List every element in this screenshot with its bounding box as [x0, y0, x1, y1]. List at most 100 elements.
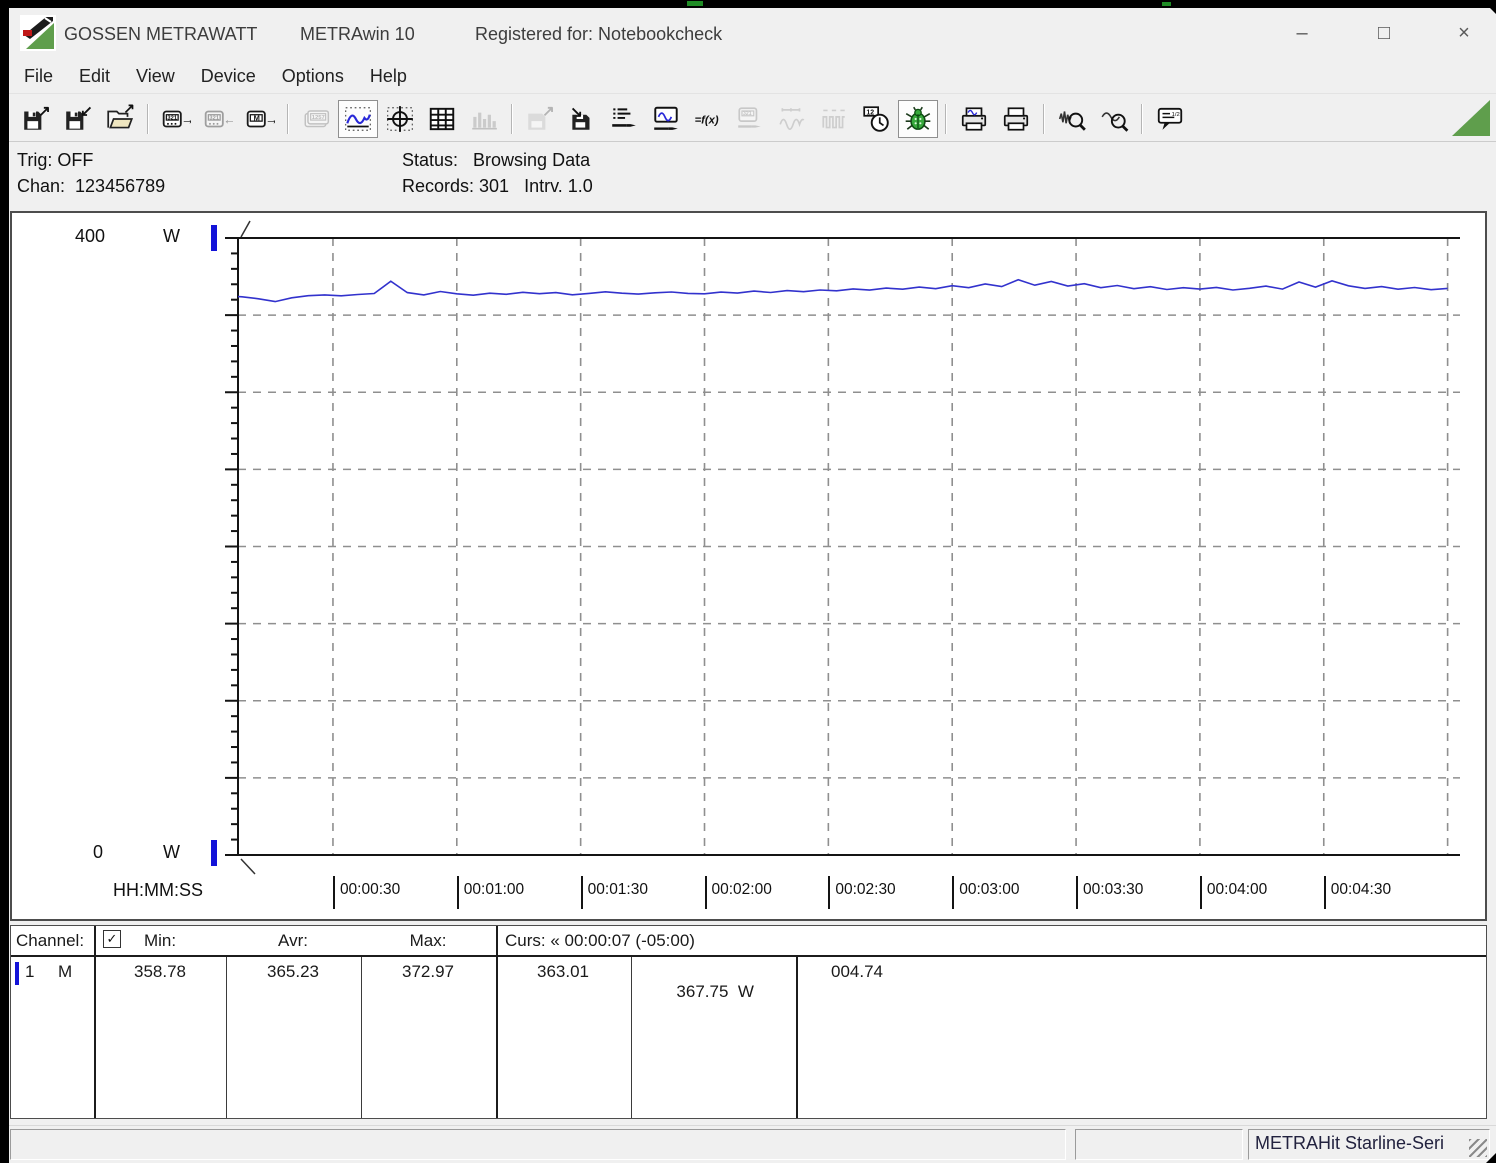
cell-cursor-delta: 004.74: [831, 962, 883, 981]
x-axis-tick-label: 00:02:30: [835, 881, 896, 898]
svg-text:M: M: [254, 113, 260, 122]
svg-text:321: 321: [167, 115, 177, 121]
toolbar-separator: [1141, 103, 1143, 134]
cell-channel-number: 1: [25, 962, 35, 981]
meter-display-button: 1257: [296, 100, 336, 138]
desktop-corner: [1482, 0, 1496, 14]
resize-grip[interactable]: [1469, 1139, 1487, 1157]
svg-text:↘: ↘: [570, 104, 583, 121]
channel-setup-button[interactable]: [604, 100, 644, 138]
display-setup-button[interactable]: [646, 100, 686, 138]
x-axis-tick-label: 00:03:30: [1083, 881, 1144, 898]
svg-text:←: ←: [223, 110, 233, 126]
channel-visibility-checkbox[interactable]: ✓: [103, 930, 121, 948]
cell-min: 358.78: [134, 962, 186, 981]
save-import-button[interactable]: ↙: [58, 100, 98, 138]
toolbar: ↗↙↗321→321←M→1257↗↘=f(x)321121/2: [9, 96, 1496, 142]
table-view-icon: [429, 107, 455, 130]
device-read-button[interactable]: 321 →: [156, 100, 196, 138]
x-axis-tick-label: 00:04:00: [1206, 881, 1268, 898]
col-header-channel: Channel:: [16, 931, 85, 950]
zoom-out-button[interactable]: [1094, 100, 1134, 138]
menu-help[interactable]: Help: [357, 66, 420, 87]
x-axis-tick: [952, 876, 955, 909]
chart-view-button[interactable]: [338, 99, 378, 138]
desktop: { "window": { "app_title": "GOSSEN METRA…: [0, 0, 1496, 1163]
toolbar-separator: [945, 103, 947, 134]
device-read-icon: 321 →: [162, 110, 191, 127]
status-text: Status: Browsing Data: [402, 150, 591, 170]
minimize-button[interactable]: –: [1279, 16, 1325, 50]
cell-avr: 365.23: [267, 962, 319, 981]
metrawin-window: GOSSEN METRAWATT METRAwin 10 Registered …: [9, 8, 1496, 1163]
y-axis-min-label: 0: [93, 842, 104, 862]
comment-icon: 1/2: [1157, 107, 1183, 130]
formula-button[interactable]: =f(x): [688, 100, 728, 138]
cursor-crosshair-button[interactable]: [380, 100, 420, 138]
svg-text:→: →: [265, 110, 275, 126]
x-axis-tick-label: 00:04:30: [1330, 881, 1392, 898]
chart-panel[interactable]: 400 W 0 W HH:MM:SS 00:00:30 00:01:00 00:01…: [10, 211, 1487, 921]
print-button[interactable]: [996, 100, 1036, 138]
import-data-button[interactable]: ↘: [562, 100, 602, 138]
open-file-icon: ↗: [107, 104, 135, 128]
x-axis-tick: [456, 876, 459, 909]
x-axis-tick: [1323, 876, 1326, 909]
svg-text:↗: ↗: [38, 104, 51, 120]
x-axis-tick-label: 00:03:00: [959, 881, 1020, 898]
menu-file[interactable]: File: [11, 66, 66, 87]
col-header-avr: Avr:: [278, 931, 308, 950]
zoom-out-icon: [1101, 111, 1129, 132]
menu-view[interactable]: View: [123, 66, 188, 87]
save-import-icon: ↙: [66, 104, 93, 130]
pulse-trigger-button: [814, 100, 854, 138]
close-button[interactable]: ×: [1441, 16, 1487, 50]
status-section-device: METRAHit Starline-Seri: [1248, 1129, 1490, 1160]
x-axis-tick-label: 00:01:00: [463, 881, 525, 898]
menu-options[interactable]: Options: [269, 66, 357, 87]
trigger-status: Trig: OFF: [17, 150, 94, 170]
registered-for-label: Registered for: Notebookcheck: [475, 24, 723, 44]
channel-marker-bottom: [211, 840, 217, 866]
zoom-in-button[interactable]: [1052, 100, 1092, 138]
export-data-button: ↗: [520, 100, 560, 138]
svg-text:12: 12: [866, 109, 874, 116]
col-header-min: Min:: [143, 931, 177, 950]
save-export-button[interactable]: ↗: [16, 100, 56, 138]
app-title: GOSSEN METRAWATT: [64, 24, 258, 44]
chart-view-icon: [345, 106, 371, 131]
time-setup-button[interactable]: 12: [856, 100, 896, 138]
device-setup-icon: 321: [738, 106, 761, 128]
table-view-button[interactable]: [422, 100, 462, 138]
maximize-button[interactable]: □: [1361, 16, 1407, 50]
analog-trigger-icon: [779, 107, 805, 130]
memory-read-button[interactable]: M→: [240, 100, 280, 138]
svg-text:↗: ↗: [123, 104, 135, 116]
x-axis-tick: [1076, 876, 1079, 909]
svg-text:321: 321: [743, 111, 752, 117]
memory-read-icon: M→: [246, 110, 275, 127]
toolbar-corner-triangle: [1452, 100, 1490, 136]
histogram-view-button: [464, 100, 504, 138]
product-title: METRAwin 10: [300, 24, 415, 44]
time-setup-icon: 12: [863, 105, 889, 132]
open-file-button[interactable]: ↗: [100, 100, 140, 138]
x-axis-tick: [1199, 876, 1202, 909]
acquisition-info: Trig: OFF Chan: 123456789 Status: Browsi…: [9, 146, 1496, 208]
debug-bug-button[interactable]: [898, 99, 938, 138]
menu-device[interactable]: Device: [188, 66, 269, 87]
comment-button[interactable]: 1/2: [1150, 100, 1190, 138]
desktop-artifact: [687, 1, 703, 6]
power-vs-time-plot[interactable]: [12, 213, 1485, 919]
status-bar: METRAHit Starline-Seri: [9, 1125, 1496, 1163]
svg-text:↙: ↙: [80, 104, 93, 120]
device-write-button: 321 ←: [198, 100, 238, 138]
device-setup-button: 321: [730, 100, 770, 138]
svg-text:321: 321: [209, 115, 219, 121]
y-axis-unit-top: W: [163, 226, 180, 246]
menu-edit[interactable]: Edit: [66, 66, 123, 87]
desktop-corner: [1486, 1153, 1496, 1163]
debug-bug-icon: [905, 106, 931, 130]
print-preview-button[interactable]: [954, 100, 994, 138]
status-section-2: [1075, 1129, 1243, 1160]
